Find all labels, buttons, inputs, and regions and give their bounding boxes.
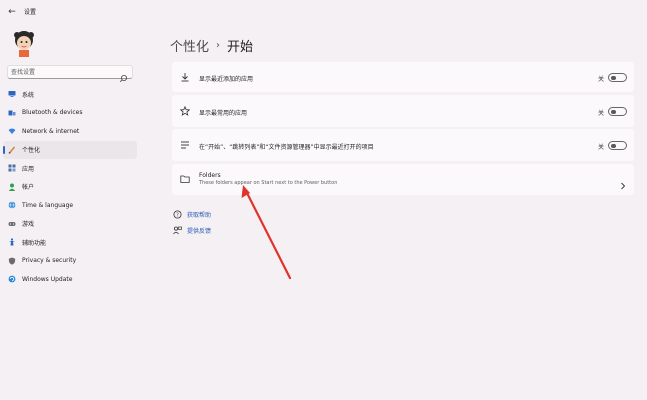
avatar[interactable] (8, 27, 40, 58)
chevron-right-icon (620, 175, 626, 190)
search-input[interactable] (11, 67, 119, 78)
person-icon (8, 183, 16, 191)
folder-icon (180, 174, 190, 184)
breadcrumb-parent[interactable]: 个性化 (170, 36, 209, 55)
toggle-knob (611, 75, 616, 80)
sidebar-item-label: 辅助功能 (22, 239, 47, 247)
sidebar-item-privacy[interactable]: Privacy & security (3, 252, 137, 271)
star-icon (180, 106, 190, 116)
breadcrumb: 个性化 › 开始 (170, 35, 253, 55)
sidebar-item-time-language[interactable]: Time & language (3, 196, 137, 215)
sidebar-item-bluetooth[interactable]: Bluetooth & devices (3, 104, 137, 123)
get-help-link[interactable]: ? 获取帮助 (173, 210, 211, 219)
sidebar-item-system[interactable]: 系统 (3, 85, 137, 104)
sidebar-item-label: 系统 (22, 91, 35, 99)
sidebar-item-apps[interactable]: 应用 (3, 159, 137, 178)
globe-icon (8, 201, 16, 209)
app-title: 设置 (24, 9, 37, 16)
feedback-icon (173, 226, 182, 235)
download-icon (180, 72, 190, 82)
accessibility-icon (8, 238, 16, 246)
help-icon: ? (173, 210, 182, 219)
update-icon (8, 275, 16, 283)
setting-card-recent-items: 在“开始”、“跳转列表”和“文件资源管理器”中显示最近打开的项目 关 (172, 129, 634, 161)
bluetooth-icon (8, 109, 16, 117)
toggle-knob (611, 109, 616, 114)
setting-card-most-used: 显示最常用的应用 关 (172, 95, 634, 127)
monitor-icon (8, 90, 16, 98)
recent-apps-toggle[interactable] (608, 73, 627, 82)
wifi-icon (8, 127, 16, 135)
sidebar-item-personalization[interactable]: 个性化 (3, 140, 137, 159)
sidebar-item-windows-update[interactable]: Windows Update (3, 270, 137, 289)
search-box[interactable] (7, 65, 133, 83)
avatar-image (8, 27, 40, 58)
sidebar-item-label: Network & internet (22, 127, 80, 135)
sidebar-nav: 系统 Bluetooth & devices Network & interne… (3, 85, 137, 289)
setting-label: 在“开始”、“跳转列表”和“文件资源管理器”中显示最近打开的项目 (199, 144, 374, 151)
setting-card-folders[interactable]: Folders These folders appear on Start ne… (172, 164, 634, 195)
folders-description: These folders appear on Start next to th… (199, 180, 338, 186)
get-help-label: 获取帮助 (187, 212, 212, 219)
sidebar-item-label: Bluetooth & devices (22, 109, 83, 117)
page-title: 开始 (227, 39, 254, 55)
sidebar-item-label: 个性化 (22, 147, 41, 155)
toggle-state-text: 关 (597, 144, 604, 151)
sidebar-item-label: 帐户 (22, 184, 35, 192)
search-icon[interactable] (119, 68, 128, 83)
sidebar-item-label: Privacy & security (22, 257, 77, 265)
sidebar-item-accounts[interactable]: 帐户 (3, 178, 137, 197)
gamepad-icon (8, 220, 16, 228)
sidebar-item-label: 游戏 (22, 221, 35, 229)
apps-icon (8, 164, 16, 172)
sidebar-item-label: Windows Update (22, 275, 73, 283)
brush-icon (8, 146, 16, 154)
recent-items-toggle[interactable] (608, 141, 627, 150)
give-feedback-link[interactable]: 提供反馈 (173, 226, 211, 235)
sidebar-item-label: 应用 (22, 165, 35, 173)
breadcrumb-separator: › (216, 39, 221, 51)
sidebar-item-gaming[interactable]: 游戏 (3, 215, 137, 234)
toggle-knob (611, 143, 616, 148)
shield-icon (8, 257, 16, 265)
most-used-toggle[interactable] (608, 107, 627, 116)
give-feedback-label: 提供反馈 (187, 228, 212, 235)
sidebar-item-network[interactable]: Network & internet (3, 122, 137, 141)
toggle-state-text: 关 (597, 76, 604, 83)
list-icon (180, 140, 190, 150)
sidebar-item-accessibility[interactable]: 辅助功能 (3, 233, 137, 252)
title-bar: ← 设置 (0, 0, 647, 24)
toggle-state-text: 关 (597, 110, 604, 117)
svg-text:?: ? (176, 212, 179, 218)
folders-title: Folders (199, 172, 221, 179)
back-button[interactable]: ← (6, 6, 18, 18)
setting-label: 显示最常用的应用 (199, 110, 248, 117)
sidebar-item-label: Time & language (22, 201, 74, 209)
setting-card-recent-apps: 显示最近添加的应用 关 (172, 62, 634, 92)
setting-label: 显示最近添加的应用 (199, 76, 254, 83)
